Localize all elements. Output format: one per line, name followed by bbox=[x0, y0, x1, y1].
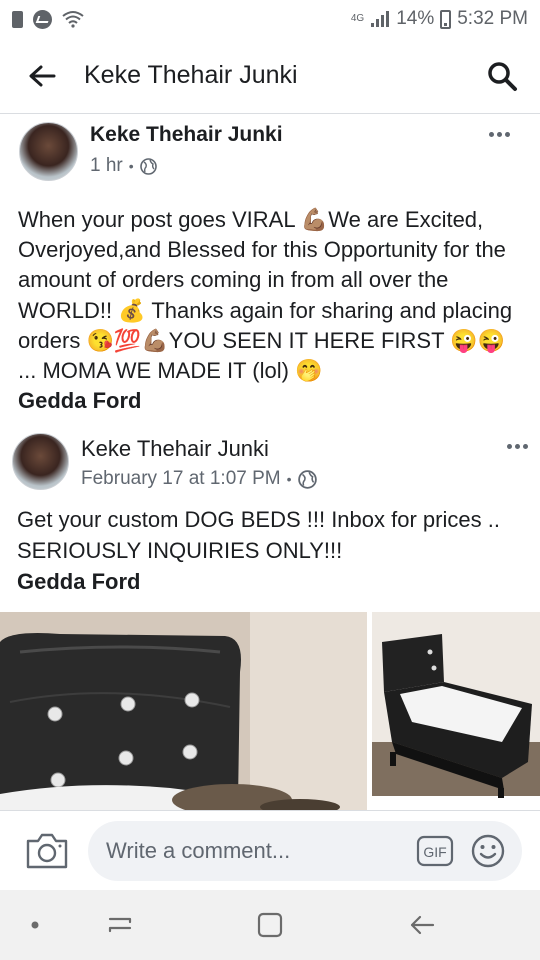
recent-apps-button[interactable] bbox=[95, 904, 145, 946]
emoji-button[interactable] bbox=[470, 833, 506, 869]
camera-button[interactable] bbox=[24, 831, 70, 871]
back-button[interactable] bbox=[0, 38, 84, 114]
page-title: Keke Thehair Junki bbox=[84, 61, 298, 89]
photo-dog-bed-closeup[interactable] bbox=[0, 612, 367, 810]
arrow-left-icon bbox=[29, 65, 56, 86]
dot-icon bbox=[31, 921, 39, 929]
gif-button[interactable]: GIF bbox=[416, 835, 454, 867]
network-type: 4G bbox=[350, 13, 365, 24]
status-bar: 4G 14% 5:32 PM bbox=[0, 0, 540, 38]
battery-icon bbox=[440, 9, 452, 29]
messenger-icon bbox=[33, 9, 52, 29]
home-square-icon bbox=[257, 912, 283, 938]
post-meta: 1 hr • bbox=[90, 155, 157, 177]
shared-post-text: Get your custom DOG BEDS !!! Inbox for p… bbox=[17, 507, 500, 563]
battery-percent: 14% bbox=[396, 8, 435, 29]
gif-icon: GIF bbox=[416, 835, 454, 867]
avatar[interactable] bbox=[12, 433, 69, 490]
avatar[interactable] bbox=[19, 122, 78, 181]
back-nav-button[interactable] bbox=[397, 904, 447, 946]
search-icon bbox=[488, 61, 517, 91]
back-arrow-icon bbox=[410, 915, 435, 935]
shared-post-header: Keke Thehair Junki February 17 at 1:07 P… bbox=[0, 430, 540, 494]
comment-composer: GIF bbox=[0, 810, 540, 890]
shared-post-body: Get your custom DOG BEDS !!! Inbox for p… bbox=[17, 504, 527, 597]
wifi-icon bbox=[62, 11, 84, 28]
dog-bed-closeup-image bbox=[0, 612, 367, 810]
more-horizontal-icon bbox=[489, 132, 494, 137]
photo-dog-bed-full[interactable] bbox=[372, 612, 540, 810]
shared-post-author[interactable]: Keke Thehair Junki bbox=[81, 436, 269, 462]
status-notifications bbox=[12, 9, 84, 29]
search-button[interactable] bbox=[464, 38, 540, 114]
tagged-user[interactable]: Gedda Ford bbox=[17, 566, 527, 597]
dog-bed-full-image bbox=[372, 612, 540, 810]
gif-label: GIF bbox=[423, 844, 446, 860]
nav-dot-button[interactable] bbox=[10, 904, 60, 946]
notification-icon bbox=[12, 10, 23, 28]
signal-icon bbox=[371, 11, 390, 27]
facebook-post-screen: 4G 14% 5:32 PM Keke Thehair Junki Keke T… bbox=[0, 0, 540, 960]
top-bar: Keke Thehair Junki bbox=[0, 38, 540, 114]
shared-post-meta: February 17 at 1:07 PM • bbox=[81, 468, 317, 490]
post-time[interactable]: 1 hr bbox=[90, 155, 123, 177]
post-text: When your post goes VIRAL 💪🏽We are Excit… bbox=[18, 207, 513, 384]
post-author[interactable]: Keke Thehair Junki bbox=[90, 123, 283, 147]
clock: 5:32 PM bbox=[457, 8, 528, 29]
tagged-user[interactable]: Gedda Ford bbox=[18, 386, 528, 416]
globe-icon bbox=[139, 157, 157, 175]
status-system: 4G 14% 5:32 PM bbox=[351, 8, 528, 30]
post-body: When your post goes VIRAL 💪🏽We are Excit… bbox=[18, 205, 528, 416]
post-header: Keke Thehair Junki 1 hr • bbox=[0, 118, 540, 188]
meta-separator: • bbox=[128, 158, 134, 174]
shared-post-options-button[interactable] bbox=[501, 438, 534, 455]
system-navigation-bar bbox=[0, 890, 540, 960]
more-horizontal-icon bbox=[507, 444, 512, 449]
camera-icon bbox=[26, 833, 68, 869]
comment-input[interactable] bbox=[88, 821, 522, 881]
recent-apps-icon bbox=[108, 917, 132, 933]
post-options-button[interactable] bbox=[483, 126, 516, 143]
meta-separator: • bbox=[286, 471, 292, 487]
globe-icon bbox=[297, 469, 317, 489]
smiley-icon bbox=[471, 834, 505, 868]
home-button[interactable] bbox=[245, 904, 295, 946]
shared-post-time[interactable]: February 17 at 1:07 PM bbox=[81, 468, 281, 490]
